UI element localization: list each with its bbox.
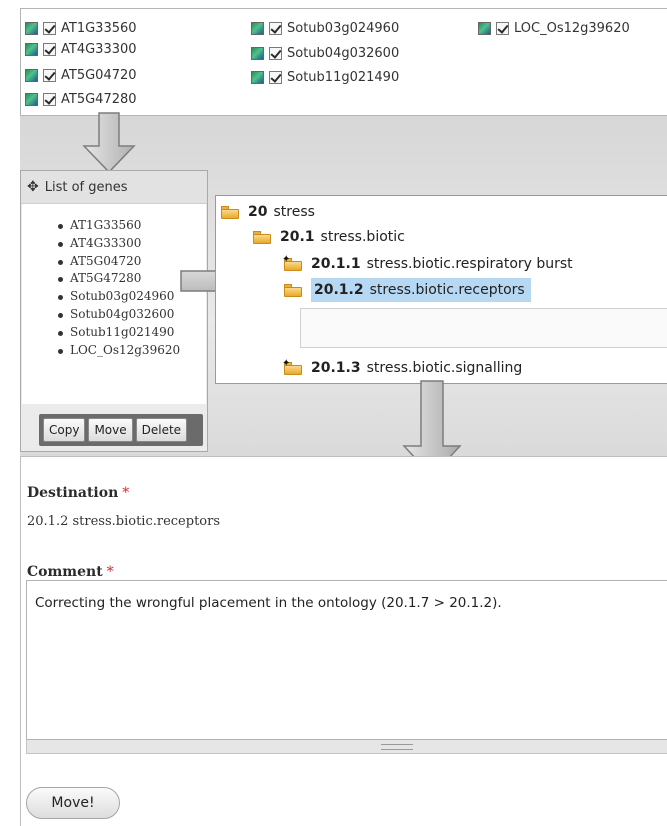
comment-label: Comment * [27,564,114,580]
gene-checkbox-panel: AT1G33560 AT4G33300 AT5G04720 AT5G47280 … [20,8,667,116]
gene-checkbox-item[interactable]: Sotub03g024960 [251,18,399,38]
grip-lines-icon [381,744,413,750]
checkbox-icon[interactable] [269,70,282,84]
gene-list: AT1G33560 AT4G33300 AT5G04720 AT5G47280 … [57,217,180,360]
folder-closed-icon: ✦ [282,254,302,271]
comment-label-text: Comment [27,564,103,580]
list-item: Sotub11g021490 [57,324,180,342]
move-form: Destination * 20.1.2 stress.biotic.recept… [20,456,667,826]
list-item: AT5G47280 [57,270,180,288]
list-item: AT1G33560 [57,217,180,235]
delete-button[interactable]: Delete [135,418,188,442]
tree-node-label: stress [273,204,315,220]
checkbox-icon[interactable] [43,92,56,106]
gene-icon [25,42,38,56]
tree-node-id: 20.1.2 [314,282,364,298]
gene-checkbox-label: AT4G33300 [61,41,137,57]
checkbox-icon[interactable] [269,46,282,60]
gene-checkbox-item[interactable]: LOC_Os12g39620 [478,18,630,38]
gene-icon [251,21,264,35]
tree-node[interactable]: ✦ 20.1.3 stress.biotic.signalling [282,357,523,379]
gene-icon [251,46,264,60]
gene-icon [25,21,38,35]
folder-closed-icon: ✦ [282,358,302,375]
gene-checkbox-item[interactable]: AT5G47280 [25,89,137,109]
required-marker: * [106,564,114,580]
gene-checkbox-item[interactable]: AT1G33560 [25,18,137,38]
ontology-tree: 20 stress 20.1 stress.biotic ✦ 20.1.1 st… [215,195,667,384]
required-marker: * [122,485,130,501]
list-item: AT4G33300 [57,235,180,253]
gene-checkbox-label: AT5G47280 [61,91,137,107]
gene-list-header[interactable]: ✥ List of genes [21,171,207,204]
tree-node-id: 20.1.3 [311,360,361,376]
gene-checkbox-item[interactable]: AT5G04720 [25,65,137,85]
tree-node-id: 20.1 [280,229,315,245]
gene-icon [251,70,264,84]
tree-node[interactable]: 20 stress [221,201,315,223]
gene-checkbox-label: Sotub04g032600 [287,45,400,61]
checkbox-icon[interactable] [43,42,56,56]
folder-open-icon [253,230,271,244]
tree-node-label: stress.biotic.signalling [366,360,523,376]
gene-checkbox-item[interactable]: Sotub04g032600 [251,43,399,63]
tree-node-id: 20 [248,204,268,220]
folder-open-icon [284,283,302,297]
copy-button[interactable]: Copy [43,418,86,442]
comment-textarea[interactable]: Correcting the wrongful placement in the… [26,580,667,740]
gene-icon [25,92,38,106]
tree-node-inline-editor[interactable] [300,308,667,348]
arrow-down-icon [82,112,136,174]
list-item: Sotub03g024960 [57,288,180,306]
gene-list-title: List of genes [44,179,128,195]
list-item: Sotub04g032600 [57,306,180,324]
tree-node-label: stress.biotic.respiratory burst [366,256,573,272]
gene-icon [25,68,38,82]
gene-checkbox-label: LOC_Os12g39620 [514,20,630,36]
tree-node[interactable]: ✦ 20.1.1 stress.biotic.respiratory burst [282,253,573,275]
tree-node-label: stress.biotic.receptors [369,282,525,298]
checkbox-icon[interactable] [43,68,56,82]
gene-actions-toolbar: Copy Move Delete [39,414,203,446]
comment-text: Correcting the wrongful placement in the… [35,595,502,611]
destination-value: 20.1.2 stress.biotic.receptors [27,514,221,529]
gene-checkbox-item[interactable]: Sotub11g021490 [251,67,399,87]
gene-checkbox-label: Sotub11g021490 [287,69,400,85]
gene-checkbox-label: AT5G04720 [61,67,137,83]
tree-node[interactable]: 20.1 stress.biotic [253,226,405,248]
folder-open-icon [221,205,239,219]
list-item: LOC_Os12g39620 [57,342,180,360]
checkbox-icon[interactable] [43,21,56,35]
tree-node-selected[interactable]: 20.1.2 stress.biotic.receptors [284,278,531,302]
selected-node-highlight[interactable]: 20.1.2 stress.biotic.receptors [311,278,531,302]
textarea-resize-handle[interactable] [26,740,667,754]
gene-checkbox-item[interactable]: AT4G33300 [25,39,137,59]
gene-icon [478,21,491,35]
tree-node-id: 20.1.1 [311,256,361,272]
gene-list-panel: ✥ List of genes AT1G33560 AT4G33300 AT5G… [20,170,208,452]
gene-list-body: AT1G33560 AT4G33300 AT5G04720 AT5G47280 … [22,204,206,404]
destination-label: Destination * [27,485,129,501]
gene-checkbox-label: AT1G33560 [61,20,137,36]
move-handle-icon[interactable]: ✥ [27,179,39,195]
gene-checkbox-label: Sotub03g024960 [287,20,400,36]
destination-label-text: Destination [27,485,119,501]
submit-move-button[interactable]: Move! [26,787,120,819]
move-button[interactable]: Move [88,418,133,442]
tree-node-label: stress.biotic [320,229,405,245]
checkbox-icon[interactable] [496,21,509,35]
checkbox-icon[interactable] [269,21,282,35]
list-item: AT5G04720 [57,253,180,271]
